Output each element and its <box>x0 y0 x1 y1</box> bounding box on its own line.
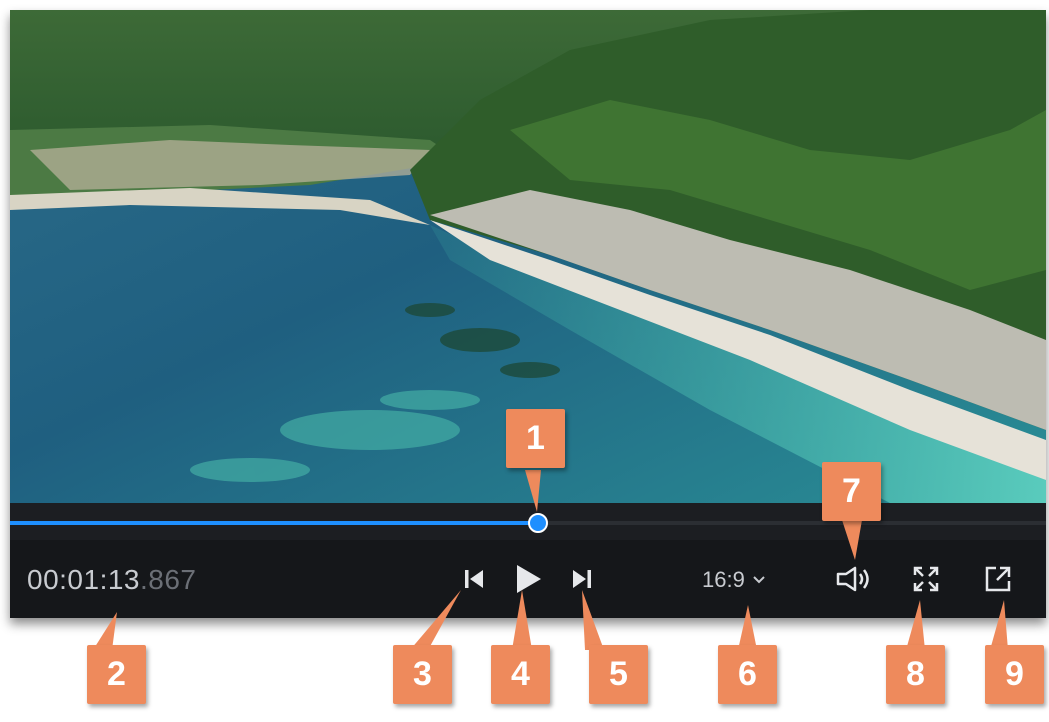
play-button[interactable] <box>510 562 546 596</box>
seek-bar[interactable] <box>10 503 1046 540</box>
callout-8: 8 <box>886 645 945 704</box>
controls-bar: 00:01:13.867 16:9 <box>10 540 1046 618</box>
volume-button[interactable] <box>834 562 874 596</box>
seek-handle[interactable] <box>528 513 548 533</box>
play-icon <box>517 565 541 593</box>
next-frame-button[interactable] <box>566 562 598 596</box>
seek-progress-fill <box>10 521 538 525</box>
skip-back-icon <box>465 570 483 588</box>
detach-player-button[interactable] <box>980 562 1016 596</box>
skip-forward-icon <box>573 570 591 588</box>
external-window-icon <box>985 566 1011 592</box>
video-player: 00:01:13.867 16:9 <box>10 10 1046 618</box>
aspect-ratio-value: 16:9 <box>702 567 745 592</box>
callout-6: 6 <box>718 645 777 704</box>
callout-4: 4 <box>491 645 550 704</box>
callout-9: 9 <box>985 645 1044 704</box>
chevron-down-icon <box>753 576 765 584</box>
fullscreen-button[interactable] <box>908 562 944 596</box>
timecode-main: 00:01:13 <box>27 564 140 595</box>
previous-frame-button[interactable] <box>458 562 490 596</box>
seek-track[interactable] <box>10 513 1046 533</box>
callout-2: 2 <box>87 645 146 704</box>
aspect-ratio-dropdown[interactable]: 16:9 <box>702 567 765 593</box>
callout-5: 5 <box>589 645 648 704</box>
fullscreen-icon <box>913 566 939 592</box>
callout-1: 1 <box>506 409 565 468</box>
timecode-milliseconds: .867 <box>140 564 197 595</box>
callout-7: 7 <box>822 462 881 521</box>
volume-icon <box>836 566 869 592</box>
timecode-display: 00:01:13.867 <box>27 564 197 596</box>
callout-3: 3 <box>393 645 452 704</box>
